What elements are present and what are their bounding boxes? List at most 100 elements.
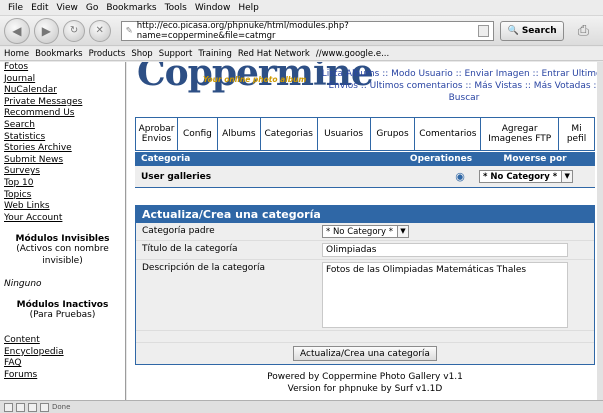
- vertical-scrollbar[interactable]: [597, 62, 603, 400]
- edit-icon[interactable]: ◉: [445, 170, 475, 183]
- form-title: Actualiza/Crea una categoría: [136, 206, 594, 223]
- parent-category-value: * No Category *: [326, 226, 393, 237]
- invisible-modules-none: Ninguno: [4, 278, 42, 289]
- move-category-value: * No Category *: [483, 171, 558, 182]
- menu-view[interactable]: View: [53, 3, 82, 13]
- page-footer: Powered by Coppermine Photo Gallery v1.1…: [135, 371, 595, 395]
- bookmark-redhat[interactable]: Red Hat Network: [238, 49, 310, 59]
- sidebar: Fotos Journal NuCalendar Private Message…: [0, 62, 126, 400]
- addressbook-icon[interactable]: [40, 402, 49, 412]
- sidebar-link[interactable]: Statistics: [4, 132, 121, 144]
- category-description-label: Descripción de la categoría: [142, 263, 265, 273]
- search-icon: 🔍: [507, 25, 522, 36]
- status-text: Done: [52, 403, 71, 411]
- sidebar-link[interactable]: Search: [4, 120, 121, 132]
- move-column-header: Moverse por: [503, 154, 567, 164]
- parent-category-row: Categoría padre * No Category * ▼: [136, 223, 594, 241]
- category-title-input[interactable]: Olimpiadas: [322, 243, 568, 257]
- tab-usuarios[interactable]: Usuarios: [318, 118, 371, 150]
- sidebar-link[interactable]: FAQ: [4, 358, 121, 370]
- inactive-modules-subtitle: (Para Pruebas): [29, 309, 96, 320]
- url-input[interactable]: ✎ http://eco.picasa.org/phpnuke/html/mod…: [120, 20, 495, 41]
- forward-icon[interactable]: ▶: [33, 17, 60, 44]
- sidebar-link[interactable]: Journal: [4, 74, 121, 86]
- stop-icon[interactable]: ✕: [88, 19, 111, 42]
- composer-icon[interactable]: [28, 402, 37, 412]
- bookmark-support[interactable]: Support: [159, 49, 193, 59]
- category-description-cell: Fotos de las Olimpiadas Matemáticas Thal…: [316, 260, 594, 330]
- tab-mi-perfil[interactable]: Mi pefil: [559, 118, 594, 150]
- bookmark-google[interactable]: //www.google.e...: [316, 49, 389, 59]
- sidebar-link[interactable]: NuCalendar: [4, 85, 121, 97]
- bookmark-home[interactable]: Home: [4, 49, 29, 59]
- sidebar-link[interactable]: Private Messages: [4, 97, 121, 109]
- sidebar-link[interactable]: Fotos: [4, 62, 121, 74]
- menu-tools[interactable]: Tools: [161, 3, 191, 13]
- bookmark-shop[interactable]: Shop: [131, 49, 152, 59]
- parent-category-label: Categoría padre: [142, 226, 215, 236]
- reload-icon[interactable]: ↻: [63, 19, 85, 42]
- sidebar-link[interactable]: Topics: [4, 190, 121, 202]
- sidebar-link[interactable]: Top 10: [4, 178, 121, 190]
- menu-help[interactable]: Help: [234, 3, 263, 13]
- sidebar-link[interactable]: Stories Archive: [4, 143, 121, 155]
- sidebar-link[interactable]: Surveys: [4, 166, 121, 178]
- sidebar-link[interactable]: Web Links: [4, 201, 121, 213]
- status-bar: Done: [0, 400, 603, 413]
- menu-bookmarks[interactable]: Bookmarks: [102, 3, 160, 13]
- tab-categorias[interactable]: Categorias: [261, 118, 318, 150]
- chevron-down-icon: ▼: [397, 226, 408, 237]
- category-title-label: Título de la categoría: [142, 244, 238, 254]
- bookmark-products[interactable]: Products: [89, 49, 126, 59]
- invisible-modules-subtitle: (Activos con nombre invisible): [16, 244, 109, 266]
- tab-comentarios[interactable]: Comentarios: [415, 118, 482, 150]
- category-description-row: Descripción de la categoría Fotos de las…: [136, 260, 594, 331]
- category-title-cell: Olimpiadas: [316, 241, 594, 259]
- tab-config[interactable]: Config: [178, 118, 218, 150]
- footer-powered-by: Powered by Coppermine Photo Gallery v1.1: [267, 372, 463, 382]
- table-row: User galleries ◉ * No Category * ▼: [135, 166, 595, 188]
- move-cell: * No Category * ▼: [475, 170, 595, 183]
- print-icon[interactable]: ⎙: [564, 18, 603, 44]
- sidebar-link[interactable]: Content: [4, 335, 121, 347]
- category-description-textarea[interactable]: Fotos de las Olimpiadas Matemáticas Thal…: [322, 262, 568, 328]
- parent-category-select[interactable]: * No Category * ▼: [322, 225, 409, 238]
- bookmark-bookmarks[interactable]: Bookmarks: [35, 49, 83, 59]
- security-icon: [4, 402, 13, 412]
- menu-window[interactable]: Window: [191, 3, 235, 13]
- tab-albums[interactable]: Albums: [218, 118, 261, 150]
- sidebar-link[interactable]: Submit News: [4, 155, 121, 167]
- sidebar-link[interactable]: Encyclopedia: [4, 347, 121, 359]
- parent-category-cell: * No Category * ▼: [316, 223, 594, 240]
- back-icon[interactable]: ◀: [4, 17, 30, 44]
- submit-category-button[interactable]: Actualiza/Crea una categoría: [293, 346, 437, 361]
- dropdown-icon[interactable]: [477, 24, 490, 37]
- invisible-modules-title: Módulos Invisibles: [15, 234, 110, 245]
- menu-edit[interactable]: Edit: [27, 3, 52, 13]
- url-text: http://eco.picasa.org/phpnuke/html/modul…: [136, 20, 349, 41]
- footer-version: Version for phpnuke by Surf v1.1D: [287, 384, 443, 394]
- chevron-down-icon: ▼: [561, 171, 573, 182]
- form-actions: Actualiza/Crea una categoría: [136, 342, 594, 364]
- menu-file[interactable]: File: [4, 3, 27, 13]
- search-button[interactable]: 🔍 Search: [500, 20, 564, 41]
- sidebar-link[interactable]: Your Account: [4, 213, 121, 225]
- menu-go[interactable]: Go: [82, 3, 102, 13]
- tab-grupos[interactable]: Grupos: [371, 118, 416, 150]
- gallery-links[interactable]: Lista Albums :: Modo Usuario :: Enviar I…: [319, 68, 603, 104]
- category-column-header: Categoria: [141, 154, 191, 164]
- tab-agregar-ftp[interactable]: Agregar Imagenes FTP: [481, 118, 560, 150]
- operations-column-header: Operationes: [409, 154, 473, 164]
- admin-tabs: Aprobar Envios Config Albums Categorias …: [135, 117, 595, 151]
- page-icon: ✎: [125, 25, 133, 36]
- bookmark-training[interactable]: Training: [198, 49, 232, 59]
- category-form: Actualiza/Crea una categoría Categoría p…: [135, 205, 595, 365]
- mail-icon[interactable]: [16, 402, 25, 412]
- inactive-modules-title: Módulos Inactivos: [16, 299, 109, 310]
- tab-aprobar-envios[interactable]: Aprobar Envios: [136, 118, 178, 150]
- sidebar-link[interactable]: Forums: [4, 370, 121, 382]
- move-category-select[interactable]: * No Category * ▼: [479, 170, 574, 183]
- main-content: Coppermine Your online photo album Lista…: [127, 62, 603, 400]
- sidebar-link[interactable]: Recommend Us: [4, 108, 121, 120]
- search-button-label: Search: [521, 25, 557, 36]
